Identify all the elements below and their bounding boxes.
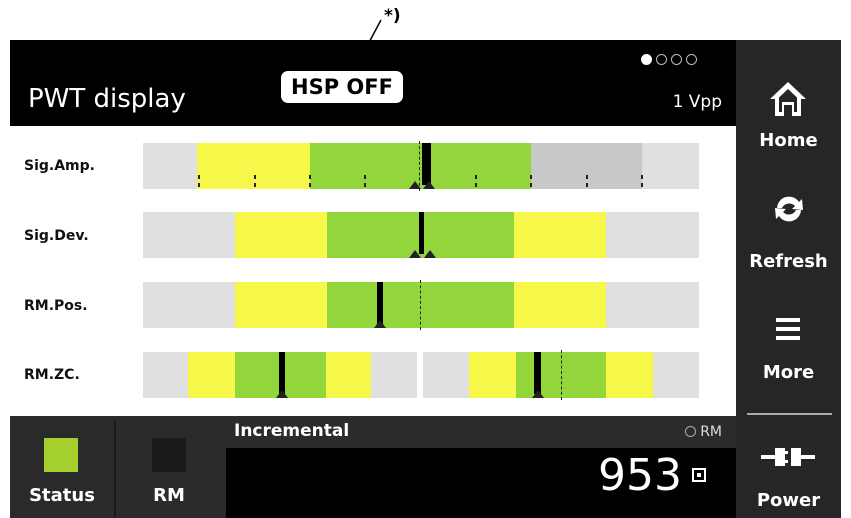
- position-display: Incremental RM 953: [226, 416, 736, 518]
- sig-dev-arrow: [424, 250, 436, 258]
- sig-amp-tick: [530, 175, 532, 179]
- sig-amp-tick: [254, 175, 256, 179]
- sig-amp-tick: [475, 183, 477, 187]
- rm-zc-right-center-line: [561, 350, 562, 400]
- power-label: Power: [756, 490, 821, 511]
- row-label-sig-amp: Sig.Amp.: [24, 158, 95, 174]
- home-button[interactable]: Home: [736, 40, 841, 156]
- power-button[interactable]: Power: [736, 418, 841, 518]
- row-label-rm-zc: RM.ZC.: [24, 367, 80, 383]
- sig-amp-tick: [530, 183, 532, 187]
- sig-amp-tick: [309, 183, 311, 187]
- sig-amp-tick: [198, 175, 200, 179]
- rm-zc-left-yellow-zone: [188, 352, 235, 398]
- power-plug-icon: [761, 448, 815, 466]
- sig-amp-tick: [254, 183, 256, 187]
- rm-status-text: RM: [700, 424, 722, 440]
- page-dot-2: [656, 54, 667, 65]
- rm-pos-yellow-zone-left: [235, 282, 327, 328]
- refresh-icon: [775, 196, 803, 222]
- status-indicator: [44, 438, 78, 472]
- refresh-label: Refresh: [749, 251, 828, 272]
- hsp-status-badge: HSP OFF: [281, 71, 403, 103]
- row-label-sig-dev: Sig.Dev.: [24, 228, 89, 244]
- rm-zc-left-arrow: [276, 390, 288, 398]
- sidebar-divider: [747, 413, 832, 415]
- home-icon: [770, 82, 806, 116]
- rm-pos-value-marker: [377, 282, 383, 324]
- sig-dev-yellow-zone-left: [235, 212, 327, 258]
- unit-icon: [692, 468, 706, 482]
- sig-dev-value-marker: [419, 212, 424, 254]
- rm-zc-bar-right: [423, 350, 699, 400]
- footnote-marker: *): [384, 6, 401, 26]
- rm-label: RM: [153, 485, 185, 506]
- rm-zc-bar-left: [143, 352, 417, 398]
- rm-button[interactable]: RM: [116, 416, 222, 518]
- sig-amp-tick: [641, 175, 643, 179]
- rm-circle-icon: [685, 426, 697, 437]
- page-title: PWT display: [28, 84, 186, 114]
- header-bar: PWT display HSP OFF 1 Vpp: [10, 40, 736, 126]
- status-label: Status: [29, 485, 95, 506]
- rm-pos-bar: [143, 280, 699, 330]
- refresh-button[interactable]: Refresh: [736, 165, 841, 275]
- sig-amp-tick: [586, 175, 588, 179]
- rm-zc-right-yellow-zone: [469, 352, 516, 398]
- sig-dev-arrow: [409, 250, 421, 258]
- sig-amp-tick: [364, 175, 366, 179]
- rm-pos-arrow: [374, 320, 386, 328]
- sig-amp-tick: [364, 183, 366, 187]
- sig-amp-tick: [198, 183, 200, 187]
- rm-pos-center-line: [420, 280, 421, 330]
- home-label: Home: [759, 130, 818, 151]
- rm-zc-left-yellow-zone-2: [326, 352, 371, 398]
- rm-indicator: [152, 438, 186, 472]
- rm-zc-left-value-marker: [279, 352, 285, 394]
- more-label: More: [762, 362, 815, 383]
- sig-dev-yellow-zone-right: [514, 212, 606, 258]
- more-button[interactable]: More: [736, 290, 841, 400]
- page-indicator: [641, 54, 697, 65]
- rm-zc-right-value-marker: [534, 352, 541, 394]
- pwt-bar-panel: Sig.Amp. Sig.Dev. RM.Pos. RM.ZC.: [10, 126, 736, 416]
- menu-icon: [776, 318, 800, 340]
- sig-amp-tick: [641, 183, 643, 187]
- position-value: 953: [598, 450, 682, 501]
- sig-amp-tick: [586, 183, 588, 187]
- page-dot-1: [641, 54, 652, 65]
- rm-zc-right-arrow: [532, 390, 544, 398]
- counter-mode-label: Incremental: [234, 421, 350, 441]
- rm-status-indicator: RM: [685, 424, 722, 440]
- page-dot-3: [671, 54, 682, 65]
- sig-amp-tick: [475, 175, 477, 179]
- sig-amp-arrow: [409, 181, 421, 189]
- rm-pos-yellow-zone-right: [514, 282, 606, 328]
- row-label-rm-pos: RM.Pos.: [24, 298, 88, 314]
- sig-dev-bar: [143, 212, 699, 258]
- signal-type-label: 1 Vpp: [672, 92, 722, 112]
- rm-zc-right-yellow-zone-2: [606, 352, 653, 398]
- page-dot-4: [686, 54, 697, 65]
- sig-amp-value-marker: [422, 143, 431, 185]
- sig-amp-bar: [143, 141, 699, 191]
- sig-amp-arrow: [423, 181, 435, 189]
- sig-amp-tick: [309, 175, 311, 179]
- status-button[interactable]: Status: [10, 416, 114, 518]
